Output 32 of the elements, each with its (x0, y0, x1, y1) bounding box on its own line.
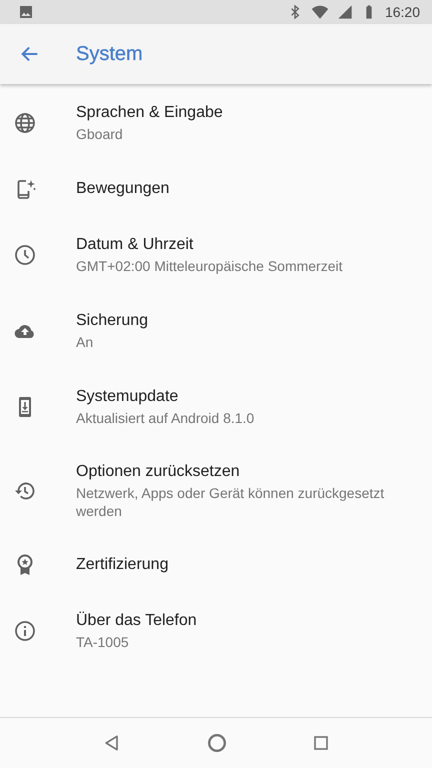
settings-item[interactable]: Sprachen & Eingabe Gboard (0, 85, 432, 161)
item-title: Systemupdate (76, 387, 180, 407)
settings-item[interactable]: Sicherung An (0, 293, 432, 369)
status-time: 16:20 (384, 4, 420, 20)
item-summary: An (76, 333, 94, 351)
item-title: Bewegungen (76, 179, 170, 199)
wifi-icon (310, 3, 329, 21)
item-summary: Aktualisiert auf Android 8.1.0 (76, 409, 256, 427)
settings-item[interactable]: Zertifizierung (0, 537, 432, 593)
screen-title: System (76, 42, 143, 66)
item-summary: TA-1005 (76, 633, 130, 651)
item-title: Zertifizierung (76, 555, 170, 575)
item-title: Sicherung (76, 311, 150, 331)
clock-icon (13, 243, 37, 267)
info-icon (13, 619, 37, 643)
settings-item[interactable]: Systemupdate Aktualisiert auf Android 8.1.0 (0, 369, 432, 445)
item-summary: Netzwerk, Apps oder Gerät können zurückgesetzt werden (76, 484, 386, 520)
item-summary: GMT+02:00 Mitteleuropäische Sommerzeit (76, 257, 344, 275)
signal-icon (336, 4, 353, 20)
circle-home-icon (206, 732, 228, 754)
settings-item[interactable]: Datum & Uhrzeit GMT+02:00 Mitteleuropäische Sommerzeit (0, 217, 432, 293)
globe-icon (13, 111, 37, 135)
item-summary: Gboard (76, 125, 124, 143)
image-icon (18, 4, 34, 20)
item-title: Über das Telefon (76, 611, 198, 631)
item-title: Datum & Uhrzeit (76, 235, 194, 255)
item-title: Optionen zurücksetzen (76, 462, 241, 482)
settings-item[interactable]: Optionen zurücksetzen Netzwerk, Apps oder Gerät können zurückgesetzt werden (0, 445, 432, 537)
square-recents-icon (312, 734, 330, 752)
settings-item[interactable]: Über das Telefon TA-1005 (0, 593, 432, 669)
item-title: Sprachen & Eingabe (76, 103, 224, 123)
settings-item[interactable]: Bewegungen (0, 161, 432, 217)
